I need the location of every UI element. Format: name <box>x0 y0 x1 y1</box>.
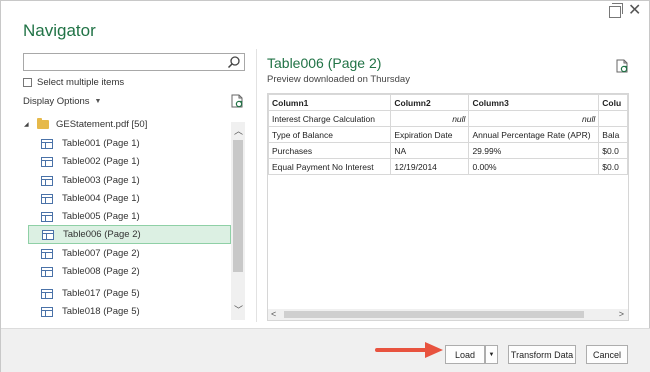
table-cell: 0.00% <box>468 158 600 175</box>
navigator-tree: ◢ GEStatement.pdf [50] Table001 (Page 1)… <box>23 115 245 320</box>
preview-table-container: Column1 Column2 Column3 Colu Interest Ch… <box>267 93 629 310</box>
scrollbar-thumb[interactable] <box>284 311 584 318</box>
table-row: Equal Payment No Interest 12/19/2014 0.0… <box>268 158 628 175</box>
table-cell: Interest Charge Calculation <box>268 110 392 127</box>
select-multiple-checkbox[interactable] <box>23 78 32 87</box>
transform-data-button[interactable]: Transform Data <box>508 345 576 364</box>
tree-item-table018[interactable]: Table018 (Page 5) <box>28 302 231 320</box>
tree-item-label: Table007 (Page 2) <box>62 248 140 259</box>
load-button[interactable]: Load <box>445 345 485 364</box>
restore-icon[interactable] <box>609 3 623 18</box>
table-icon <box>41 156 53 167</box>
tree-item-label: Table001 (Page 1) <box>62 138 140 149</box>
select-multiple-row[interactable]: Select multiple items <box>23 77 124 88</box>
refresh-icon[interactable] <box>230 94 244 108</box>
table-cell: Equal Payment No Interest <box>268 158 392 175</box>
tree-item-label: Table002 (Page 1) <box>62 156 140 167</box>
column-header[interactable]: Column1 <box>268 94 392 111</box>
table-cell: Purchases <box>268 142 392 159</box>
scroll-up-icon[interactable]: ︿ <box>234 124 243 137</box>
preview-table: Column1 Column2 Column3 Colu Interest Ch… <box>268 94 628 175</box>
tree-item-table005[interactable]: Table005 (Page 1) <box>28 207 231 226</box>
tree-item-label: Table004 (Page 1) <box>62 193 140 204</box>
table-cell: 29.99% <box>468 142 600 159</box>
chevron-down-icon: ▼ <box>94 98 102 105</box>
display-options-dropdown[interactable]: Display Options ▼ <box>23 96 101 107</box>
table-icon <box>41 266 53 277</box>
tree-root-label: GEStatement.pdf [50] <box>56 118 148 130</box>
dialog-footer: Load ▼ Transform Data Cancel <box>1 328 650 372</box>
tree-root-item[interactable]: ◢ GEStatement.pdf [50] <box>23 115 228 133</box>
scroll-right-icon[interactable]: > <box>619 309 624 319</box>
tree-item-table008[interactable]: Table008 (Page 2) <box>28 262 231 281</box>
select-multiple-label: Select multiple items <box>37 77 125 88</box>
scrollbar-thumb[interactable] <box>233 140 243 272</box>
cancel-button[interactable]: Cancel <box>586 345 628 364</box>
table-icon <box>41 211 53 222</box>
search-icon[interactable] <box>227 55 241 69</box>
arrow-annotation <box>375 342 443 358</box>
table-cell: 12/19/2014 <box>390 158 470 175</box>
column-header[interactable]: Colu <box>598 94 628 111</box>
table-row: Interest Charge Calculation null null <box>268 110 628 127</box>
scroll-down-icon[interactable]: ﹀ <box>234 303 243 316</box>
table-icon <box>42 229 54 240</box>
folder-icon <box>37 117 49 129</box>
table-cell: null <box>468 110 600 127</box>
table-cell: $0.0 <box>598 142 628 159</box>
table-row: Type of Balance Expiration Date Annual P… <box>268 126 628 143</box>
preview-title: Table006 (Page 2) <box>267 55 382 71</box>
preview-horizontal-scrollbar[interactable]: < > <box>267 309 629 321</box>
tree-item-table002[interactable]: Table002 (Page 1) <box>28 152 231 171</box>
table-icon <box>41 306 53 317</box>
tree-item-label: Table018 (Page 5) <box>62 306 140 317</box>
display-options-label: Display Options <box>23 96 90 107</box>
table-header-row: Column1 Column2 Column3 Colu <box>268 94 628 111</box>
tree-scrollbar[interactable]: ︿ ﹀ <box>231 122 245 320</box>
tree-item-label: Table008 (Page 2) <box>62 266 140 277</box>
table-cell <box>598 110 628 127</box>
table-icon <box>41 248 53 259</box>
tree-item-label: Table017 (Page 5) <box>62 288 140 299</box>
table-cell: Type of Balance <box>268 126 392 143</box>
table-icon <box>41 175 53 186</box>
dialog-title: Navigator <box>23 21 96 40</box>
tree-item-label: Table006 (Page 2) <box>63 229 141 240</box>
close-icon[interactable]: ✕ <box>628 3 641 19</box>
table-icon <box>41 193 53 204</box>
tree-item-table004[interactable]: Table004 (Page 1) <box>28 189 231 208</box>
refresh-icon[interactable] <box>615 59 629 73</box>
load-dropdown-button[interactable]: ▼ <box>485 345 498 364</box>
tree-item-label: Table003 (Page 1) <box>62 175 140 186</box>
table-icon <box>41 138 53 149</box>
tree-item-table017[interactable]: Table017 (Page 5) <box>28 284 231 303</box>
table-icon <box>41 288 53 299</box>
pane-divider <box>256 49 257 322</box>
column-header[interactable]: Column2 <box>390 94 470 111</box>
tree-item-table006[interactable]: Table006 (Page 2) <box>28 225 231 244</box>
table-row: Purchases NA 29.99% $0.0 <box>268 142 628 159</box>
table-cell: Expiration Date <box>390 126 470 143</box>
table-cell: Bala <box>598 126 628 143</box>
column-header[interactable]: Column3 <box>468 94 600 111</box>
scroll-left-icon[interactable]: < <box>271 309 276 319</box>
tree-item-table007[interactable]: Table007 (Page 2) <box>28 244 231 263</box>
tree-item-table001[interactable]: Table001 (Page 1) <box>28 134 231 153</box>
table-cell: null <box>390 110 470 127</box>
tree-item-label: Table005 (Page 1) <box>62 211 140 222</box>
table-cell: $0.0 <box>598 158 628 175</box>
search-input[interactable] <box>23 53 245 71</box>
table-cell: NA <box>390 142 470 159</box>
table-cell: Annual Percentage Rate (APR) <box>468 126 600 143</box>
expand-triangle-icon[interactable]: ◢ <box>24 121 34 128</box>
preview-subtitle: Preview downloaded on Thursday <box>267 74 410 85</box>
navigator-dialog: Navigator ✕ Select multiple items Displa… <box>0 0 650 372</box>
tree-item-table003[interactable]: Table003 (Page 1) <box>28 171 231 190</box>
